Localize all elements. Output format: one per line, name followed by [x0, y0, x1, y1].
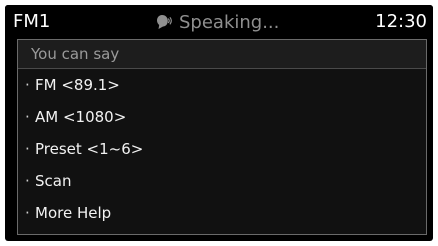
panel-title: You can say — [31, 45, 120, 63]
panel-header: You can say — [18, 40, 426, 69]
voice-command-more-help[interactable]: · More Help — [18, 197, 426, 229]
voice-command-fm[interactable]: · FM <89.1> — [18, 69, 426, 101]
bullet-icon: · — [25, 76, 30, 94]
voice-command-label: More Help — [35, 204, 112, 222]
voice-command-label: Scan — [35, 172, 72, 190]
voice-recognition-screen: FM1 Speaking... 12:30 You can say · FM <… — [5, 5, 433, 241]
voice-command-label: Preset <1~6> — [35, 140, 144, 158]
voice-command-am[interactable]: · AM <1080> — [18, 101, 426, 133]
voice-command-label: AM <1080> — [35, 108, 127, 126]
bullet-icon: · — [25, 204, 30, 222]
speaking-indicator: Speaking... — [155, 9, 279, 35]
bullet-icon: · — [25, 108, 30, 126]
status-bar: FM1 Speaking... 12:30 — [5, 5, 433, 39]
voice-speaking-icon — [155, 13, 173, 31]
command-help-panel: You can say · FM <89.1> · AM <1080> · Pr… — [17, 39, 427, 235]
radio-mode-label: FM1 — [13, 11, 51, 32]
voice-command-list: · FM <89.1> · AM <1080> · Preset <1~6> ·… — [18, 69, 426, 229]
voice-command-label: FM <89.1> — [35, 76, 120, 94]
clock: 12:30 — [375, 11, 427, 32]
voice-command-preset[interactable]: · Preset <1~6> — [18, 133, 426, 165]
speaking-status-text: Speaking... — [179, 11, 280, 33]
voice-command-scan[interactable]: · Scan — [18, 165, 426, 197]
bullet-icon: · — [25, 140, 30, 158]
bullet-icon: · — [25, 172, 30, 190]
